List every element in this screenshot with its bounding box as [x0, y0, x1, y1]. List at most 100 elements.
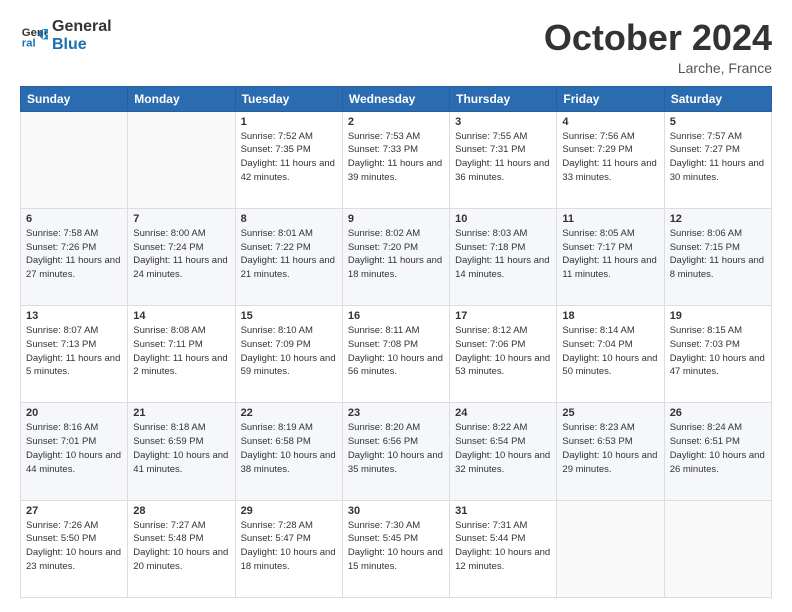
day-info: Sunrise: 7:31 AMSunset: 5:44 PMDaylight:… — [455, 519, 551, 574]
table-row: 13 Sunrise: 8:07 AMSunset: 7:13 PMDayligh… — [21, 306, 128, 403]
calendar-week-4: 20 Sunrise: 8:16 AMSunset: 7:01 PMDayligh… — [21, 403, 772, 500]
day-info: Sunrise: 7:26 AMSunset: 5:50 PMDaylight:… — [26, 519, 122, 574]
day-number: 13 — [26, 310, 122, 322]
month-title: October 2024 — [544, 18, 772, 58]
day-info: Sunrise: 8:14 AMSunset: 7:04 PMDaylight:… — [562, 324, 658, 379]
day-info: Sunrise: 8:01 AMSunset: 7:22 PMDaylight:… — [241, 227, 337, 282]
day-info: Sunrise: 8:07 AMSunset: 7:13 PMDaylight:… — [26, 324, 122, 379]
table-row: 6Sunrise: 7:58 AMSunset: 7:26 PMDaylight… — [21, 208, 128, 305]
day-number: 26 — [670, 407, 766, 419]
col-wednesday: Wednesday — [342, 86, 449, 111]
col-friday: Friday — [557, 86, 664, 111]
day-info: Sunrise: 7:27 AMSunset: 5:48 PMDaylight:… — [133, 519, 229, 574]
calendar-header-row: Sunday Monday Tuesday Wednesday Thursday… — [21, 86, 772, 111]
logo-line1: General — [52, 18, 112, 36]
table-row: 8 Sunrise: 8:01 AMSunset: 7:22 PMDaylight… — [235, 208, 342, 305]
col-thursday: Thursday — [450, 86, 557, 111]
calendar-table: Sunday Monday Tuesday Wednesday Thursday… — [20, 86, 772, 598]
day-number: 24 — [455, 407, 551, 419]
day-number: 2 — [348, 116, 444, 128]
day-info: Sunrise: 8:03 AMSunset: 7:18 PMDaylight:… — [455, 227, 551, 282]
day-number: 11 — [562, 213, 658, 225]
table-row: 28Sunrise: 7:27 AMSunset: 5:48 PMDayligh… — [128, 500, 235, 597]
day-info: Sunrise: 8:19 AMSunset: 6:58 PMDaylight:… — [241, 421, 337, 476]
day-info: Sunrise: 8:24 AMSunset: 6:51 PMDaylight:… — [670, 421, 766, 476]
day-info: Sunrise: 7:30 AMSunset: 5:45 PMDaylight:… — [348, 519, 444, 574]
day-number: 12 — [670, 213, 766, 225]
table-row — [21, 111, 128, 208]
day-info: Sunrise: 8:15 AMSunset: 7:03 PMDaylight:… — [670, 324, 766, 379]
table-row: 27 Sunrise: 7:26 AMSunset: 5:50 PMDayligh… — [21, 500, 128, 597]
day-number: 22 — [241, 407, 337, 419]
table-row: 17 Sunrise: 8:12 AMSunset: 7:06 PMDayligh… — [450, 306, 557, 403]
page: Gene ral General Blue October 2024 Larch… — [0, 0, 792, 612]
table-row: 9Sunrise: 8:02 AMSunset: 7:20 PMDaylight… — [342, 208, 449, 305]
table-row — [664, 500, 771, 597]
table-row — [128, 111, 235, 208]
day-number: 15 — [241, 310, 337, 322]
day-number: 7 — [133, 213, 229, 225]
table-row: 20 Sunrise: 8:16 AMSunset: 7:01 PMDayligh… — [21, 403, 128, 500]
day-number: 29 — [241, 505, 337, 517]
day-number: 19 — [670, 310, 766, 322]
day-info: Sunrise: 8:18 AMSunset: 6:59 PMDaylight:… — [133, 421, 229, 476]
calendar-week-2: 6Sunrise: 7:58 AMSunset: 7:26 PMDaylight… — [21, 208, 772, 305]
day-info: Sunrise: 8:20 AMSunset: 6:56 PMDaylight:… — [348, 421, 444, 476]
table-row: 4Sunrise: 7:56 AMSunset: 7:29 PMDaylight… — [557, 111, 664, 208]
table-row: 26 Sunrise: 8:24 AMSunset: 6:51 PMDayligh… — [664, 403, 771, 500]
day-number: 16 — [348, 310, 444, 322]
day-number: 20 — [26, 407, 122, 419]
day-number: 6 — [26, 213, 122, 225]
day-info: Sunrise: 8:11 AMSunset: 7:08 PMDaylight:… — [348, 324, 444, 379]
table-row: 31 Sunrise: 7:31 AMSunset: 5:44 PMDayligh… — [450, 500, 557, 597]
title-block: October 2024 Larche, France — [544, 18, 772, 76]
day-number: 31 — [455, 505, 551, 517]
day-info: Sunrise: 8:23 AMSunset: 6:53 PMDaylight:… — [562, 421, 658, 476]
day-info: Sunrise: 8:02 AMSunset: 7:20 PMDaylight:… — [348, 227, 444, 282]
table-row: 2 Sunrise: 7:53 AMSunset: 7:33 PMDaylight… — [342, 111, 449, 208]
col-saturday: Saturday — [664, 86, 771, 111]
table-row: 3 Sunrise: 7:55 AMSunset: 7:31 PMDaylight… — [450, 111, 557, 208]
day-info: Sunrise: 8:08 AMSunset: 7:11 PMDaylight:… — [133, 324, 229, 379]
table-row: 11 Sunrise: 8:05 AMSunset: 7:17 PMDayligh… — [557, 208, 664, 305]
day-number: 27 — [26, 505, 122, 517]
col-monday: Monday — [128, 86, 235, 111]
day-info: Sunrise: 7:28 AMSunset: 5:47 PMDaylight:… — [241, 519, 337, 574]
day-info: Sunrise: 8:10 AMSunset: 7:09 PMDaylight:… — [241, 324, 337, 379]
day-info: Sunrise: 7:52 AMSunset: 7:35 PMDaylight:… — [241, 130, 337, 185]
table-row: 5 Sunrise: 7:57 AMSunset: 7:27 PMDaylight… — [664, 111, 771, 208]
table-row: 1 Sunrise: 7:52 AMSunset: 7:35 PMDaylight… — [235, 111, 342, 208]
table-row: 15 Sunrise: 8:10 AMSunset: 7:09 PMDayligh… — [235, 306, 342, 403]
day-info: Sunrise: 8:12 AMSunset: 7:06 PMDaylight:… — [455, 324, 551, 379]
day-number: 3 — [455, 116, 551, 128]
table-row: 30 Sunrise: 7:30 AMSunset: 5:45 PMDayligh… — [342, 500, 449, 597]
day-info: Sunrise: 7:55 AMSunset: 7:31 PMDaylight:… — [455, 130, 551, 185]
day-number: 17 — [455, 310, 551, 322]
col-tuesday: Tuesday — [235, 86, 342, 111]
day-number: 5 — [670, 116, 766, 128]
day-info: Sunrise: 8:22 AMSunset: 6:54 PMDaylight:… — [455, 421, 551, 476]
logo-line2: Blue — [52, 36, 112, 54]
svg-text:ral: ral — [22, 37, 36, 49]
day-info: Sunrise: 8:05 AMSunset: 7:17 PMDaylight:… — [562, 227, 658, 282]
day-info: Sunrise: 8:06 AMSunset: 7:15 PMDaylight:… — [670, 227, 766, 282]
table-row: 10Sunrise: 8:03 AMSunset: 7:18 PMDayligh… — [450, 208, 557, 305]
day-info: Sunrise: 8:16 AMSunset: 7:01 PMDaylight:… — [26, 421, 122, 476]
day-number: 14 — [133, 310, 229, 322]
calendar-week-5: 27 Sunrise: 7:26 AMSunset: 5:50 PMDayligh… — [21, 500, 772, 597]
day-number: 30 — [348, 505, 444, 517]
table-row: 18 Sunrise: 8:14 AMSunset: 7:04 PMDayligh… — [557, 306, 664, 403]
table-row: 24 Sunrise: 8:22 AMSunset: 6:54 PMDayligh… — [450, 403, 557, 500]
day-number: 21 — [133, 407, 229, 419]
day-info: Sunrise: 7:57 AMSunset: 7:27 PMDaylight:… — [670, 130, 766, 185]
day-info: Sunrise: 7:56 AMSunset: 7:29 PMDaylight:… — [562, 130, 658, 185]
day-number: 18 — [562, 310, 658, 322]
table-row: 21 Sunrise: 8:18 AMSunset: 6:59 PMDayligh… — [128, 403, 235, 500]
day-info: Sunrise: 7:53 AMSunset: 7:33 PMDaylight:… — [348, 130, 444, 185]
table-row: 14 Sunrise: 8:08 AMSunset: 7:11 PMDayligh… — [128, 306, 235, 403]
calendar-week-3: 13 Sunrise: 8:07 AMSunset: 7:13 PMDayligh… — [21, 306, 772, 403]
logo-text: General Blue — [52, 18, 112, 53]
table-row: 19 Sunrise: 8:15 AMSunset: 7:03 PMDayligh… — [664, 306, 771, 403]
day-number: 1 — [241, 116, 337, 128]
day-number: 8 — [241, 213, 337, 225]
